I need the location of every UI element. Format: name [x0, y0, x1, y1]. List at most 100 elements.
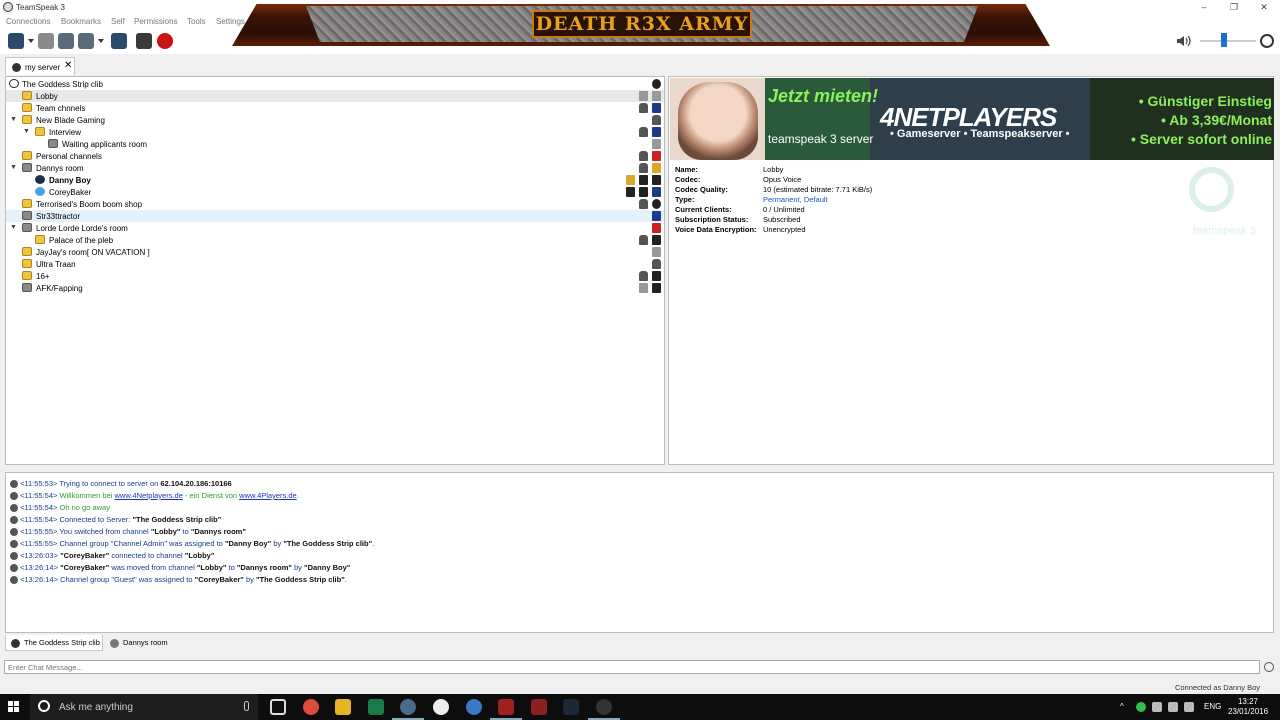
server-tab[interactable]: my server ✕	[5, 57, 75, 75]
contacts-icon[interactable]	[136, 33, 152, 49]
windows-start-button[interactable]	[8, 701, 20, 713]
channel-row[interactable]: Lobby	[6, 90, 664, 102]
windows-logo-icon	[8, 707, 13, 712]
itunes-icon[interactable]	[433, 699, 449, 715]
chevron-down-icon[interactable]	[28, 39, 34, 43]
connect-icon[interactable]	[8, 33, 24, 49]
log-bold: "The Goddess Strip clib"	[132, 515, 222, 524]
channel-row[interactable]: JayJay's room[ ON VACATION ]	[6, 246, 664, 258]
channel-row[interactable]: Personal channels	[6, 150, 664, 162]
channel-row[interactable]: Waiting applicants room	[6, 138, 664, 150]
volume-icon[interactable]	[1184, 702, 1194, 712]
chevron-down-icon[interactable]: ▼	[23, 128, 30, 135]
addon-icon[interactable]	[157, 33, 173, 49]
lock-icon	[652, 259, 661, 269]
teamspeak-logo-icon[interactable]	[1260, 34, 1274, 48]
tray-app-icon[interactable]	[1152, 702, 1162, 712]
chat-message-input[interactable]	[4, 660, 1260, 674]
client-row[interactable]: CoreyBaker	[6, 186, 664, 198]
battery-icon[interactable]	[1168, 702, 1178, 712]
away-icon[interactable]	[111, 33, 127, 49]
channel-row[interactable]: ▼ New Blade Gaming	[6, 114, 664, 126]
chevron-down-icon[interactable]: ▼	[10, 116, 17, 123]
game-app-icon[interactable]	[531, 699, 547, 715]
log-bold: 62.104.20.186:10166	[160, 479, 232, 488]
menu-bookmarks[interactable]: Bookmarks	[61, 17, 101, 26]
speaker-icon[interactable]	[1176, 34, 1192, 48]
mute-speakers-icon[interactable]	[78, 33, 94, 49]
browser-icon[interactable]	[466, 699, 482, 715]
prop-type: Type: Permanent, Default	[675, 195, 1075, 205]
menu-tools[interactable]: Tools	[187, 17, 206, 26]
menu-permissions[interactable]: Permissions	[134, 17, 178, 26]
log-text: Trying to connect to server on	[59, 479, 161, 488]
chevron-down-icon[interactable]	[98, 39, 104, 43]
channel-tree[interactable]: The Goddess Strip clib Lobby Team chnnel…	[5, 76, 665, 465]
obs-icon[interactable]	[588, 699, 620, 720]
lock-icon	[639, 151, 648, 161]
channel-icon	[48, 139, 58, 148]
chat-tab-channel[interactable]: Dannys room	[105, 635, 175, 651]
status-bar: Connected as Danny Boy	[0, 680, 1280, 694]
language-indicator[interactable]: ENG	[1204, 702, 1221, 711]
mute-microphone-icon[interactable]	[58, 33, 74, 49]
host-ad-banner[interactable]: Jetzt mieten! teamspeak 3 server 4NETPLA…	[670, 78, 1274, 160]
channel-row[interactable]: Str33ttractor	[6, 210, 664, 222]
chevron-down-icon[interactable]: ▼	[10, 224, 17, 231]
volume-slider-thumb[interactable]	[1221, 33, 1227, 47]
windows-logo-icon	[14, 701, 19, 706]
minimize-button[interactable]: –	[1188, 0, 1220, 15]
menu-self[interactable]: Self	[111, 17, 125, 26]
steam-icon[interactable]	[563, 699, 579, 715]
chat-tab-server[interactable]: The Goddess Strip clib	[5, 635, 103, 651]
tree-row-server[interactable]: The Goddess Strip clib	[6, 78, 664, 90]
channel-label: Personal channels	[36, 152, 102, 161]
log-link[interactable]: www.4Netplayers.de	[115, 491, 183, 500]
clock[interactable]: 13:27 23/01/2016	[1228, 697, 1268, 717]
channel-row[interactable]: ▼ Lorde Lorde Lorde's room	[6, 222, 664, 234]
tray-app-icon[interactable]	[1136, 702, 1146, 712]
chat-log[interactable]: <11:55:53> Trying to connect to server o…	[5, 472, 1274, 633]
channel-icon	[22, 271, 32, 280]
microphone-icon[interactable]	[244, 701, 249, 711]
volume-slider[interactable]	[1200, 40, 1256, 42]
taskbar-search[interactable]: Ask me anything	[30, 694, 258, 720]
task-view-icon[interactable]	[270, 699, 286, 715]
chevron-up-icon[interactable]: ^	[1120, 702, 1130, 712]
channel-icon	[22, 211, 32, 220]
channel-row[interactable]: Terrorised's Boom boom shop	[6, 198, 664, 210]
log-bold: "CoreyBaker"	[60, 563, 110, 572]
channel-row[interactable]: 16+	[6, 270, 664, 282]
close-tab-icon[interactable]: ✕	[64, 60, 72, 71]
channel-row[interactable]: Palace of the pleb	[6, 234, 664, 246]
e-app-icon[interactable]	[368, 699, 384, 715]
channel-row[interactable]: ▼ Dannys room	[6, 162, 664, 174]
chevron-down-icon[interactable]: ▼	[10, 164, 17, 171]
client-row[interactable]: Danny Boy	[6, 174, 664, 186]
channel-label: Dannys room	[36, 164, 84, 173]
channel-row[interactable]: AFK/Fapping	[6, 282, 664, 294]
info-icon	[10, 564, 18, 573]
info-icon	[10, 540, 18, 549]
teamspeak-taskbar-icon[interactable]	[392, 699, 424, 720]
chrome-icon[interactable]	[303, 699, 319, 715]
close-button[interactable]: ✕	[1248, 0, 1280, 15]
info-icon	[10, 576, 18, 585]
channel-row[interactable]: Team chnnels	[6, 102, 664, 114]
emoji-icon[interactable]	[1264, 662, 1274, 672]
channel-icon	[22, 103, 32, 112]
game-app-icon[interactable]	[490, 699, 522, 720]
channel-label: JayJay's room[ ON VACATION ]	[36, 248, 150, 257]
log-link[interactable]: www.4Players.de	[239, 491, 297, 500]
prop-value: Opus Voice	[763, 175, 802, 184]
prop-encryption: Voice Data Encryption: Unencrypted	[675, 225, 1075, 235]
menu-connections[interactable]: Connections	[6, 17, 50, 26]
log-line: <11:55:55> Channel group "Channel Admin"…	[10, 539, 374, 550]
channel-row[interactable]: ▼ Interview	[6, 126, 664, 138]
disconnect-icon[interactable]	[38, 33, 54, 49]
server-badge-icon	[652, 79, 661, 89]
channel-row[interactable]: Ultra Traan	[6, 258, 664, 270]
file-explorer-icon[interactable]	[335, 699, 351, 715]
log-line: <11:55:55> You switched from channel "Lo…	[10, 527, 246, 538]
restore-button[interactable]: ❐	[1218, 0, 1250, 15]
